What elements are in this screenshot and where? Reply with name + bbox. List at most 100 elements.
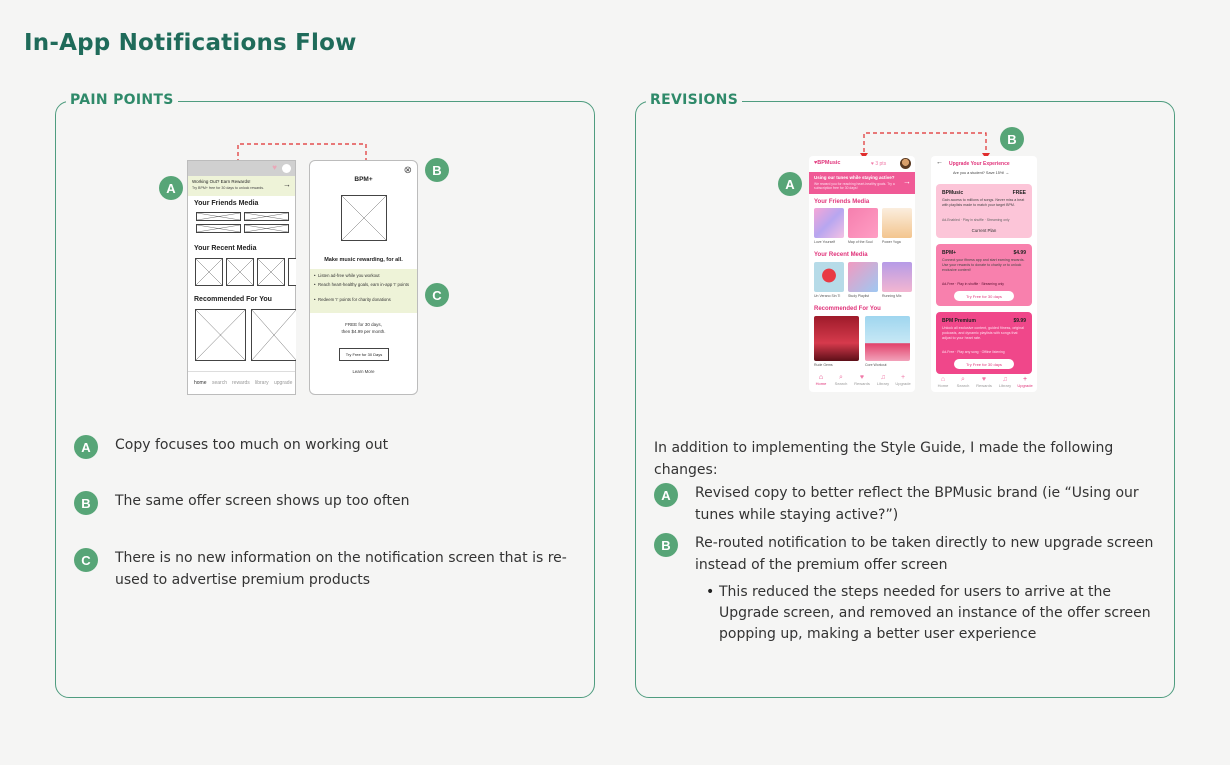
media-placeholder — [226, 258, 254, 286]
friends-media-heading: Your Friends Media — [814, 199, 870, 205]
revision-b-detail-line-2: Upgrade screen, and removed an instance … — [719, 605, 1151, 621]
album-love-yourself[interactable] — [814, 208, 844, 238]
plan-card-free: BPMusic FREE Gain access to millions of … — [936, 184, 1032, 238]
revision-a-text-line-1: Revised copy to better reflect the BPMus… — [695, 485, 1139, 501]
nav-search[interactable]: ⌕ Search — [954, 376, 972, 388]
banner-subtitle: Try BPM+ free for 30 days to unlock rewa… — [192, 186, 265, 190]
banner-title: Using our tunes while staying active? — [814, 175, 895, 180]
media-placeholder — [257, 258, 285, 286]
callout-a: A — [778, 172, 802, 196]
revision-badge-b: B — [654, 533, 678, 557]
nav-rewards[interactable]: ♥ Rewards — [853, 374, 871, 386]
plan-price: $4.99 — [1013, 250, 1026, 256]
nav-library[interactable]: ♫ Library — [996, 376, 1014, 388]
album-caption: Power Yoga — [882, 240, 901, 244]
wireframe-offer-screen: ⊗ BPM+ Make music rewarding, for all. Li… — [309, 160, 418, 395]
callout-c: C — [425, 283, 449, 307]
playlist-power-yoga[interactable] — [882, 208, 912, 238]
music-note-icon: ♫ — [1002, 376, 1008, 383]
album-map-of-the-soul[interactable] — [848, 208, 878, 238]
pain-point-b-text: The same offer screen shows up too often — [115, 493, 410, 509]
benefit-item: Redeem 'I' points for charity donations — [318, 297, 391, 302]
bullet-dot: • — [314, 297, 316, 302]
pain-points-label: PAIN POINTS — [66, 92, 178, 108]
heart-icon: ♥ — [981, 376, 987, 383]
revisions-intro: In addition to implementing the Style Gu… — [654, 440, 1114, 478]
nav-upgrade[interactable]: + Upgrade — [1016, 376, 1034, 388]
callout-b: B — [1000, 127, 1024, 151]
try-free-button[interactable]: Try Free for 30 days — [954, 291, 1014, 301]
callout-b: B — [425, 158, 449, 182]
nav-library[interactable]: ♫ Library — [874, 374, 892, 386]
nav-home[interactable]: ⌂ Home — [934, 376, 952, 388]
try-free-button[interactable]: Try Free for 30 Days — [339, 348, 389, 361]
plan-features: Ad-Enabled · Play in shuffle · Streaming… — [942, 218, 1010, 222]
nav-upgrade[interactable]: upgrade — [274, 380, 292, 386]
nav-upgrade[interactable]: + Upgrade — [894, 374, 912, 386]
nav-rewards[interactable]: rewards — [232, 380, 250, 386]
media-placeholder — [251, 309, 296, 361]
revisions-label: REVISIONS — [646, 92, 743, 108]
heart-icon: ♥ — [859, 374, 865, 381]
nav-home[interactable]: ⌂ Home — [812, 374, 830, 386]
back-arrow-icon[interactable]: ← — [936, 159, 943, 166]
arrow-right-icon: → — [283, 180, 291, 189]
notification-banner[interactable]: Working Out? Earn Rewards! Try BPM+ free… — [188, 176, 295, 196]
plan-features: Ad-Free · Play in shuffle · Streaming on… — [942, 282, 1004, 286]
recommended-heading: Recommended For You — [814, 306, 881, 312]
album-caption: Study Playlist — [848, 294, 870, 298]
plan-description: Connect your fitness app and start earni… — [942, 258, 1025, 272]
nav-library[interactable]: library — [255, 380, 269, 386]
wireframe-status-bar: ♥ — [188, 161, 295, 176]
friends-media-heading: Your Friends Media — [194, 200, 259, 207]
hifi-upgrade-screen: ← Upgrade Your Experience Are you a stud… — [931, 156, 1037, 392]
media-placeholder — [196, 212, 241, 221]
album-caption: Un Verano Sin Ti — [814, 294, 841, 298]
plus-icon: + — [1022, 376, 1028, 383]
music-note-icon: ♫ — [880, 374, 886, 381]
playlist-core-workout[interactable] — [865, 316, 910, 361]
nav-rewards[interactable]: ♥ Rewards — [975, 376, 993, 388]
revision-b-detail-line-3: popping up, making a better user experie… — [719, 626, 1037, 642]
revision-a-text-line-2: tunes while staying active?”) — [695, 507, 899, 523]
recommended-heading: Recommended For You — [194, 296, 272, 303]
plan-features: Ad-Free · Play any song · Offline listen… — [942, 350, 1005, 354]
revision-badge-a: A — [654, 483, 678, 507]
points-indicator: ♥ 3 pts — [871, 161, 887, 167]
arrow-right-icon: → — [1005, 171, 1010, 175]
hifi-home-screen: ♥BPMusic ♥ 3 pts Using our tunes while s… — [809, 156, 915, 392]
album-rude-gems[interactable] — [814, 316, 859, 361]
media-placeholder — [288, 258, 296, 286]
offer-price-line-2: then $4.99 per month. — [341, 329, 386, 334]
recent-media-heading: Your Recent Media — [194, 245, 257, 252]
benefit-item: Reach heart-healthy goals, earn in-app '… — [318, 282, 409, 287]
album-un-verano-sin-ti[interactable] — [814, 262, 844, 292]
current-plan-label: Current Plan — [971, 228, 997, 233]
bpmusic-logo: ♥BPMusic — [814, 160, 841, 166]
recent-media-heading: Your Recent Media — [814, 252, 868, 258]
offer-benefits: Listen ad-free while you workout Reach h… — [310, 269, 417, 313]
album-caption: Love Yourself — [814, 240, 836, 244]
try-free-button[interactable]: Try Free for 30 days — [954, 359, 1014, 369]
notification-banner[interactable]: Using our tunes while staying active? We… — [809, 172, 915, 194]
plan-description: Unlock all exclusive content, guided fit… — [942, 326, 1024, 340]
search-icon: ⌕ — [961, 376, 965, 383]
bullet-dot: • — [314, 282, 316, 287]
nav-home[interactable]: home — [194, 380, 207, 386]
student-discount-link[interactable]: Are you a student? Save 15%! → — [953, 171, 1009, 175]
media-placeholder — [244, 212, 289, 221]
nav-search[interactable]: search — [212, 380, 227, 386]
playlist-study[interactable] — [848, 262, 878, 292]
avatar — [282, 164, 291, 173]
pain-point-c-text-line-1: There is no new information on the notif… — [115, 550, 567, 566]
nav-search[interactable]: ⌕ Search — [832, 374, 850, 386]
page-title: In-App Notifications Flow — [24, 30, 357, 56]
avatar[interactable] — [900, 158, 911, 169]
playlist-running-mix[interactable] — [882, 262, 912, 292]
search-icon: ⌕ — [839, 374, 843, 381]
close-icon[interactable]: ⊗ — [404, 165, 412, 176]
media-placeholder — [195, 258, 223, 286]
learn-more-link[interactable]: Learn More — [310, 369, 417, 374]
upgrade-title: Upgrade Your Experience — [949, 161, 1010, 167]
callout-a: A — [159, 176, 183, 200]
